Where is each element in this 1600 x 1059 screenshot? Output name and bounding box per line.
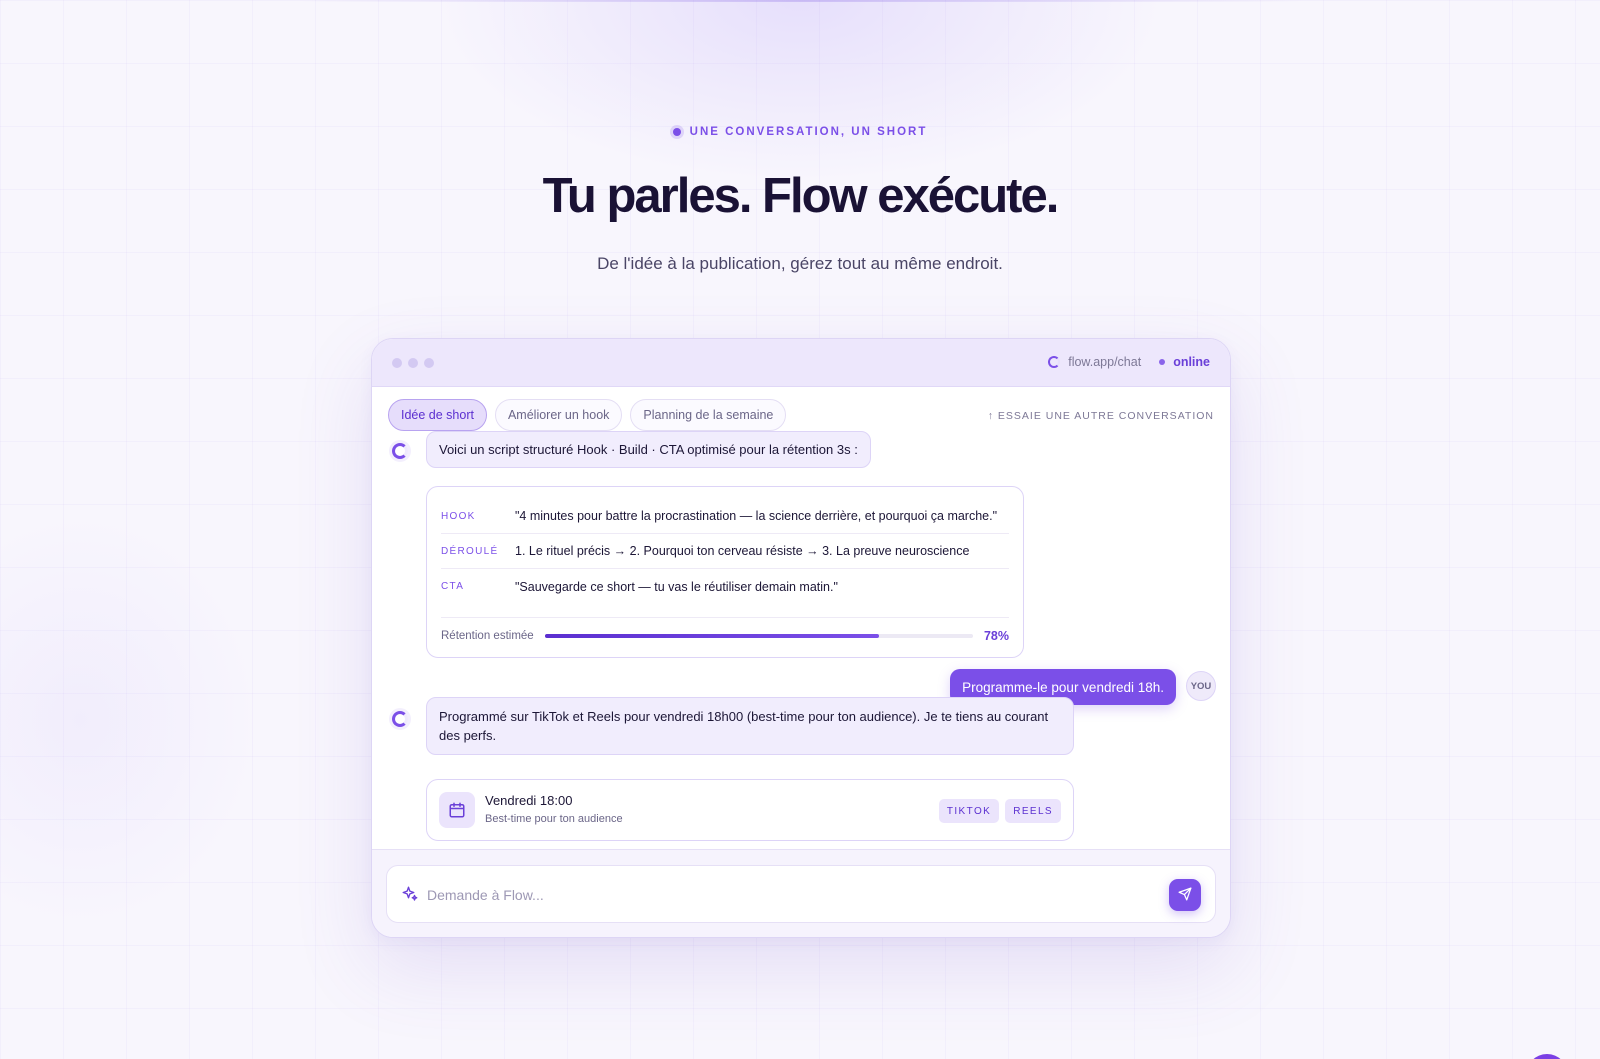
chip-planning-semaine[interactable]: Planning de la semaine [630,399,787,431]
bot-message: Programmé sur TikTok et Reels pour vendr… [426,697,1074,755]
bot-message: Voici un script structuré Hook · Build ·… [426,431,871,468]
hero-title: Tu parles. Flow exécute. [542,169,1060,223]
retention-label: Rétention estimée [441,630,534,642]
script-row-cta: CTA "Sauvegarde ce short — tu vas le réu… [441,569,1009,604]
floating-action-button[interactable] [1526,1054,1568,1059]
chat-input[interactable] [427,882,1155,908]
conversation-chips: Idée de short Améliorer un hook Planning… [388,399,787,431]
schedule-subtitle: Best-time pour ton audience [485,813,623,825]
row-text: 1. Le rituel précis → 2. Pourquoi ton ce… [515,544,970,558]
send-button[interactable] [1169,879,1201,911]
script-row-deroule: DÉROULÉ 1. Le rituel précis → 2. Pourquo… [441,534,1009,569]
window-url: flow.app/chat [1068,355,1142,369]
retention-value: 78% [983,629,1009,643]
chip-ameliorer-hook[interactable]: Améliorer un hook [494,399,623,431]
flow-logo-icon [392,443,408,459]
window-dot [424,358,434,368]
tag-reels: REELS [1005,799,1061,823]
tag-tiktok: TIKTOK [938,799,1000,823]
user-avatar: YOU [1186,671,1216,701]
hero-subtitle: De l'idée à la publication, gérez tout a… [597,254,1003,273]
composer-box [386,865,1216,923]
retention-fill [544,634,879,638]
row-label: DÉROULÉ [441,545,499,557]
script-row-hook: HOOK "4 minutes pour battre la procrasti… [441,499,1009,534]
schedule-title: Vendredi 18:00 [485,793,573,808]
chip-idee-de-short[interactable]: Idée de short [388,399,487,431]
platform-tags: TIKTOK REELS [938,799,1061,823]
row-text: "4 minutes pour battre la procrastinatio… [515,509,998,523]
flow-logo-icon [392,711,408,727]
schedule-card: Vendredi 18:00 Best-time pour ton audien… [426,779,1074,841]
send-icon [1178,887,1192,904]
window-dot [408,358,418,368]
hero-eyebrow: UNE CONVERSATION, UN SHORT [0,126,1600,138]
script-card: HOOK "4 minutes pour battre la procrasti… [426,486,1024,658]
row-text: "Sauvegarde ce short — tu vas le réutili… [515,579,838,594]
row-label: CTA [441,581,465,592]
sparkle-icon [401,885,419,908]
window-dots [392,358,434,368]
window-dot [392,358,402,368]
window-status: flow.app/chat online [1048,355,1210,369]
calendar-icon [439,792,475,828]
eyebrow-dot [672,128,681,136]
eyebrow-text: UNE CONVERSATION, UN SHORT [689,126,928,138]
top-divider [295,0,1305,2]
retention-meter: Rétention estimée 78% [441,617,1009,643]
online-dot-icon [1159,359,1166,365]
try-other-conversation-link[interactable]: ↑ ESSAIE UNE AUTRE CONVERSATION [988,410,1214,422]
online-status: online [1173,355,1210,369]
retention-track [544,634,973,638]
row-label: HOOK [441,510,476,522]
composer [372,849,1230,937]
window-titlebar: flow.app/chat online [372,339,1230,387]
chat-window: flow.app/chat online Idée de short Améli… [371,338,1231,938]
flow-logo-icon [1048,356,1061,368]
